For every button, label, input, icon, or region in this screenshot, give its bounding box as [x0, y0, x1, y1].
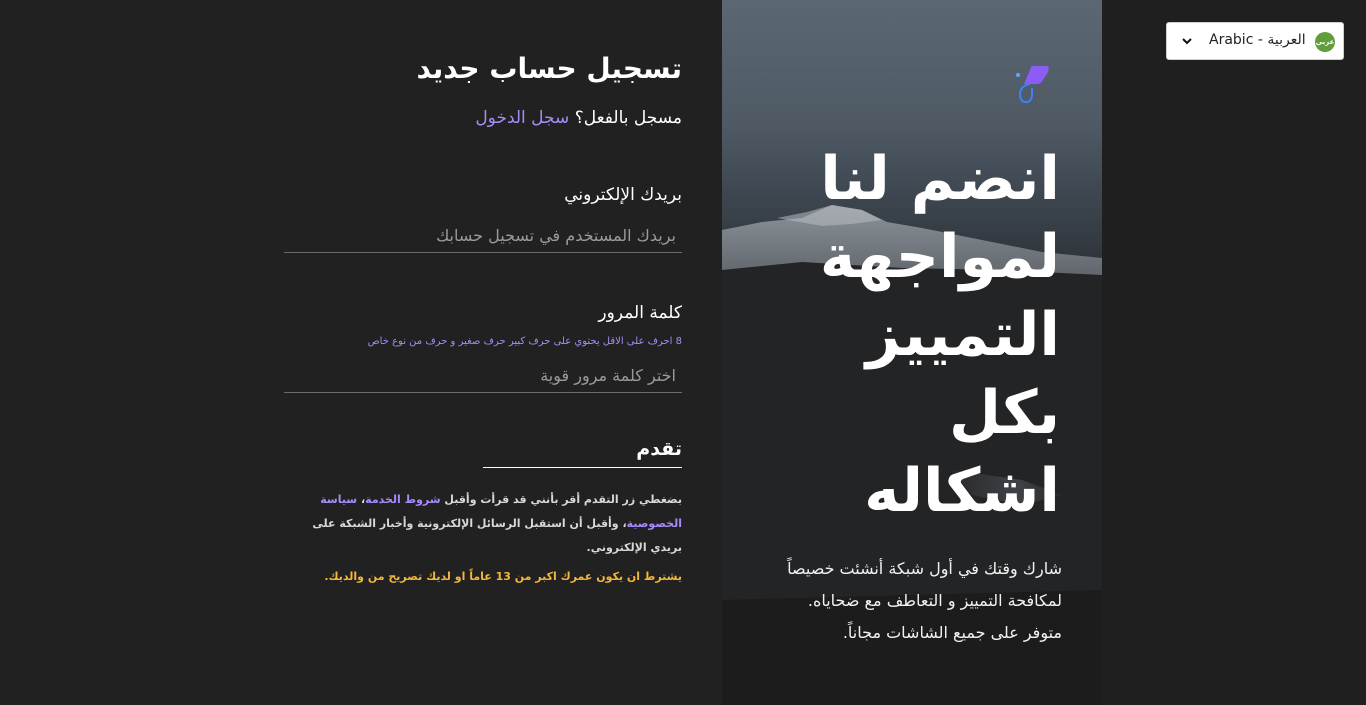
hero-description-line: شارك وقتك في أول شبكة أنشئت خصيصاً	[787, 559, 1062, 578]
right-background	[1102, 0, 1366, 705]
login-prompt: مسجل بالفعل؟ سجل الدخول	[475, 108, 682, 128]
chevron-down-icon	[1182, 38, 1192, 45]
hero-panel: انضم لنا لمواجهة التمييز بكل اشكاله شارك…	[722, 0, 1102, 705]
terms-prefix: بضغطي زر التقدم أقر بأنني قد قرأت وأقبل	[440, 493, 682, 506]
terms-separator: ،	[357, 493, 366, 506]
hero-description-line: لمكافحة التمييز و التعاطف مع ضحاياه.	[807, 591, 1062, 610]
password-label: كلمة المرور	[598, 303, 682, 323]
hero-title-line: انضم لنا	[820, 144, 1060, 214]
hero-title-line: لمواجهة	[819, 222, 1060, 292]
password-field[interactable]	[284, 359, 682, 393]
signup-page: Arabic - العربية عربي انضم لنا لمواجهة ا…	[0, 0, 1366, 705]
terms-text: بضغطي زر التقدم أقر بأنني قد قرأت وأقبل …	[284, 488, 682, 560]
hero-title-line: التمييز	[865, 300, 1060, 370]
page-title: تسجيل حساب جديد	[416, 52, 682, 85]
brand-logo-icon	[1016, 66, 1049, 104]
email-field[interactable]	[284, 219, 682, 253]
hero-title-line: بكل	[949, 378, 1060, 448]
hero-title-line: اشكاله	[864, 456, 1060, 526]
hero-description: شارك وقتك في أول شبكة أنشئت خصيصاً لمكاف…	[742, 553, 1062, 649]
terms-of-service-link[interactable]: شروط الخدمة	[365, 493, 440, 506]
hero-description-line: متوفر على جميع الشاشات مجاناً.	[842, 623, 1062, 642]
hero-title: انضم لنا لمواجهة التمييز بكل اشكاله	[730, 140, 1060, 530]
already-registered-text: مسجل بالفعل؟	[574, 108, 682, 128]
language-label: Arabic - العربية	[1209, 32, 1306, 48]
email-label: بريدك الإلكتروني	[564, 185, 682, 205]
language-select[interactable]: Arabic - العربية عربي	[1166, 22, 1344, 60]
password-hint: 8 احرف على الاقل يحتوي على حرف كبير حرف …	[367, 336, 682, 347]
age-requirement-note: يشترط ان يكون عمرك اكبر من 13 عاماً او ل…	[324, 570, 682, 583]
submit-button[interactable]: تقدم	[483, 438, 682, 468]
login-link[interactable]: سجل الدخول	[475, 108, 569, 128]
arabic-flag-icon: عربي	[1315, 32, 1335, 52]
